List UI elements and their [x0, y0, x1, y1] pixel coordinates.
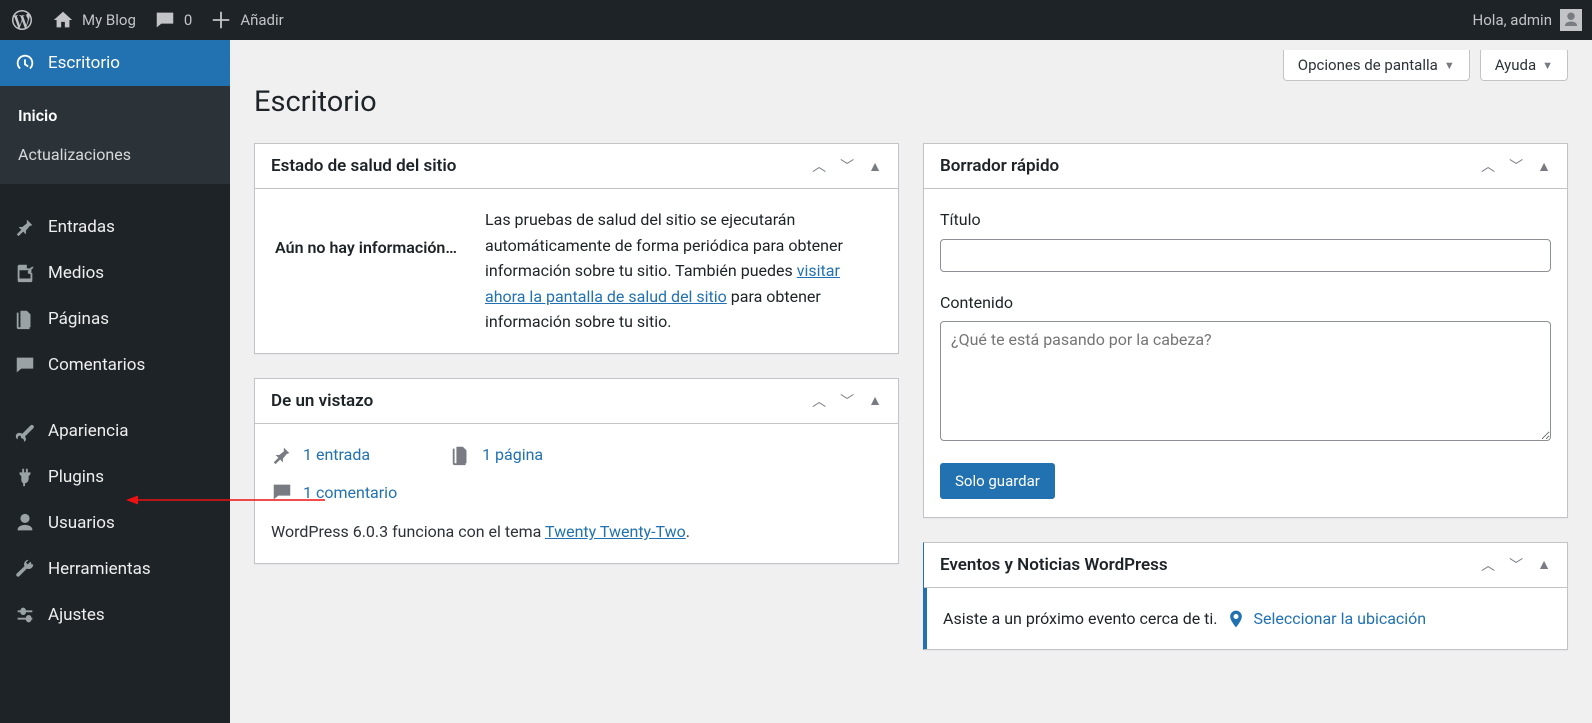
move-up-icon[interactable]: ︿ — [812, 391, 826, 411]
account-link[interactable]: Hola, admin — [1473, 9, 1582, 31]
site-name: My Blog — [82, 11, 136, 29]
dashboard-submenu: Inicio Actualizaciones — [0, 86, 230, 184]
box-title: De un vistazo — [271, 391, 373, 411]
select-location-link[interactable]: Seleccionar la ubicación — [1254, 606, 1427, 632]
sidebar-item-settings[interactable]: Ajustes — [0, 592, 230, 638]
submenu-updates[interactable]: Actualizaciones — [0, 135, 230, 174]
box-title: Borrador rápido — [940, 156, 1059, 176]
location-icon — [1226, 609, 1246, 629]
glance-pages[interactable]: 1 página — [450, 442, 543, 468]
comments-count: 0 — [184, 11, 192, 29]
sidebar-item-dashboard[interactable]: Escritorio — [0, 40, 230, 86]
title-input[interactable] — [940, 239, 1551, 272]
move-down-icon[interactable]: ﹀ — [840, 391, 854, 411]
quick-draft-box: Borrador rápido ︿ ﹀ ▲ Título Contenido S… — [923, 143, 1568, 518]
dashboard-icon — [14, 52, 36, 74]
sidebar-label: Herramientas — [48, 559, 151, 579]
sidebar-label: Escritorio — [48, 53, 120, 73]
sidebar-label: Páginas — [48, 309, 109, 329]
sidebar-label: Ajustes — [48, 605, 105, 625]
toggle-icon[interactable]: ▲ — [868, 392, 882, 409]
help-tab[interactable]: Ayuda ▼ — [1480, 50, 1568, 81]
save-draft-button[interactable]: Solo guardar — [940, 463, 1055, 499]
home-icon — [52, 9, 74, 31]
sidebar-label: Usuarios — [48, 513, 115, 533]
sidebar-item-users[interactable]: Usuarios — [0, 500, 230, 546]
pin-icon — [271, 444, 293, 466]
media-icon — [14, 262, 36, 284]
sidebar-item-pages[interactable]: Páginas — [0, 296, 230, 342]
box-title: Eventos y Noticias WordPress — [940, 555, 1168, 575]
move-down-icon[interactable]: ﹀ — [840, 156, 854, 176]
avatar — [1560, 9, 1582, 31]
site-link[interactable]: My Blog — [52, 9, 136, 31]
content-textarea[interactable] — [940, 321, 1551, 441]
sidebar-label: Plugins — [48, 467, 104, 487]
sidebar-item-appearance[interactable]: Apariencia — [0, 408, 230, 454]
plugins-icon — [14, 466, 36, 488]
screen-options-tab[interactable]: Opciones de pantalla ▼ — [1283, 50, 1470, 81]
pages-icon — [14, 308, 36, 330]
sidebar-label: Apariencia — [48, 421, 128, 441]
toggle-icon[interactable]: ▲ — [868, 158, 882, 175]
greeting: Hola, admin — [1473, 11, 1552, 29]
at-a-glance-box: De un vistazo ︿ ﹀ ▲ 1 entrada — [254, 378, 899, 564]
comments-icon — [14, 354, 36, 376]
chevron-down-icon: ▼ — [1444, 59, 1455, 72]
glance-footer: WordPress 6.0.3 funciona con el tema Twe… — [271, 519, 882, 545]
move-up-icon[interactable]: ︿ — [1481, 156, 1495, 176]
sidebar-label: Entradas — [48, 217, 115, 237]
toggle-icon[interactable]: ▲ — [1537, 158, 1551, 175]
users-icon — [14, 512, 36, 534]
submenu-home[interactable]: Inicio — [0, 96, 230, 135]
main-content: Opciones de pantalla ▼ Ayuda ▼ Escritori… — [230, 40, 1592, 723]
brush-icon — [14, 420, 36, 442]
plus-icon — [210, 9, 232, 31]
content-label: Contenido — [940, 290, 1551, 316]
pin-icon — [14, 216, 36, 238]
glance-comments[interactable]: 1 comentario — [271, 480, 882, 506]
chevron-down-icon: ▼ — [1542, 59, 1553, 72]
box-title: Estado de salud del sitio — [271, 156, 456, 176]
sidebar-label: Medios — [48, 263, 104, 283]
add-new-label: Añadir — [240, 11, 283, 29]
tab-label: Ayuda — [1495, 56, 1536, 74]
move-up-icon[interactable]: ︿ — [1481, 555, 1495, 575]
health-status: Aún no hay información… — [271, 207, 461, 261]
admin-bar: My Blog 0 Añadir Hola, admin — [0, 0, 1592, 40]
comments-link[interactable]: 0 — [154, 9, 192, 31]
events-text: Asiste a un próximo evento cerca de ti. — [943, 606, 1218, 632]
comment-icon — [271, 481, 293, 503]
sidebar-item-tools[interactable]: Herramientas — [0, 546, 230, 592]
glance-posts[interactable]: 1 entrada — [271, 442, 370, 468]
move-down-icon[interactable]: ﹀ — [1509, 555, 1523, 575]
sidebar-label: Comentarios — [48, 355, 145, 375]
settings-icon — [14, 604, 36, 626]
tools-icon — [14, 558, 36, 580]
wp-logo[interactable] — [10, 8, 34, 32]
page-title: Escritorio — [254, 85, 1568, 119]
move-up-icon[interactable]: ︿ — [812, 156, 826, 176]
events-news-box: Eventos y Noticias WordPress ︿ ﹀ ▲ Asist… — [923, 542, 1568, 651]
theme-link[interactable]: Twenty Twenty-Two — [545, 522, 686, 541]
add-new-link[interactable]: Añadir — [210, 9, 283, 31]
sidebar-item-plugins[interactable]: Plugins — [0, 454, 230, 500]
sidebar-item-media[interactable]: Medios — [0, 250, 230, 296]
health-text: Las pruebas de salud del sitio se ejecut… — [485, 207, 882, 335]
toggle-icon[interactable]: ▲ — [1537, 556, 1551, 573]
title-label: Título — [940, 207, 1551, 233]
sidebar-item-comments[interactable]: Comentarios — [0, 342, 230, 388]
sidebar-item-posts[interactable]: Entradas — [0, 204, 230, 250]
pages-icon — [450, 444, 472, 466]
move-down-icon[interactable]: ﹀ — [1509, 156, 1523, 176]
admin-sidebar: Escritorio Inicio Actualizaciones Entrad… — [0, 40, 230, 723]
tab-label: Opciones de pantalla — [1298, 56, 1438, 74]
comment-icon — [154, 9, 176, 31]
site-health-box: Estado de salud del sitio ︿ ﹀ ▲ Aún no h… — [254, 143, 899, 354]
